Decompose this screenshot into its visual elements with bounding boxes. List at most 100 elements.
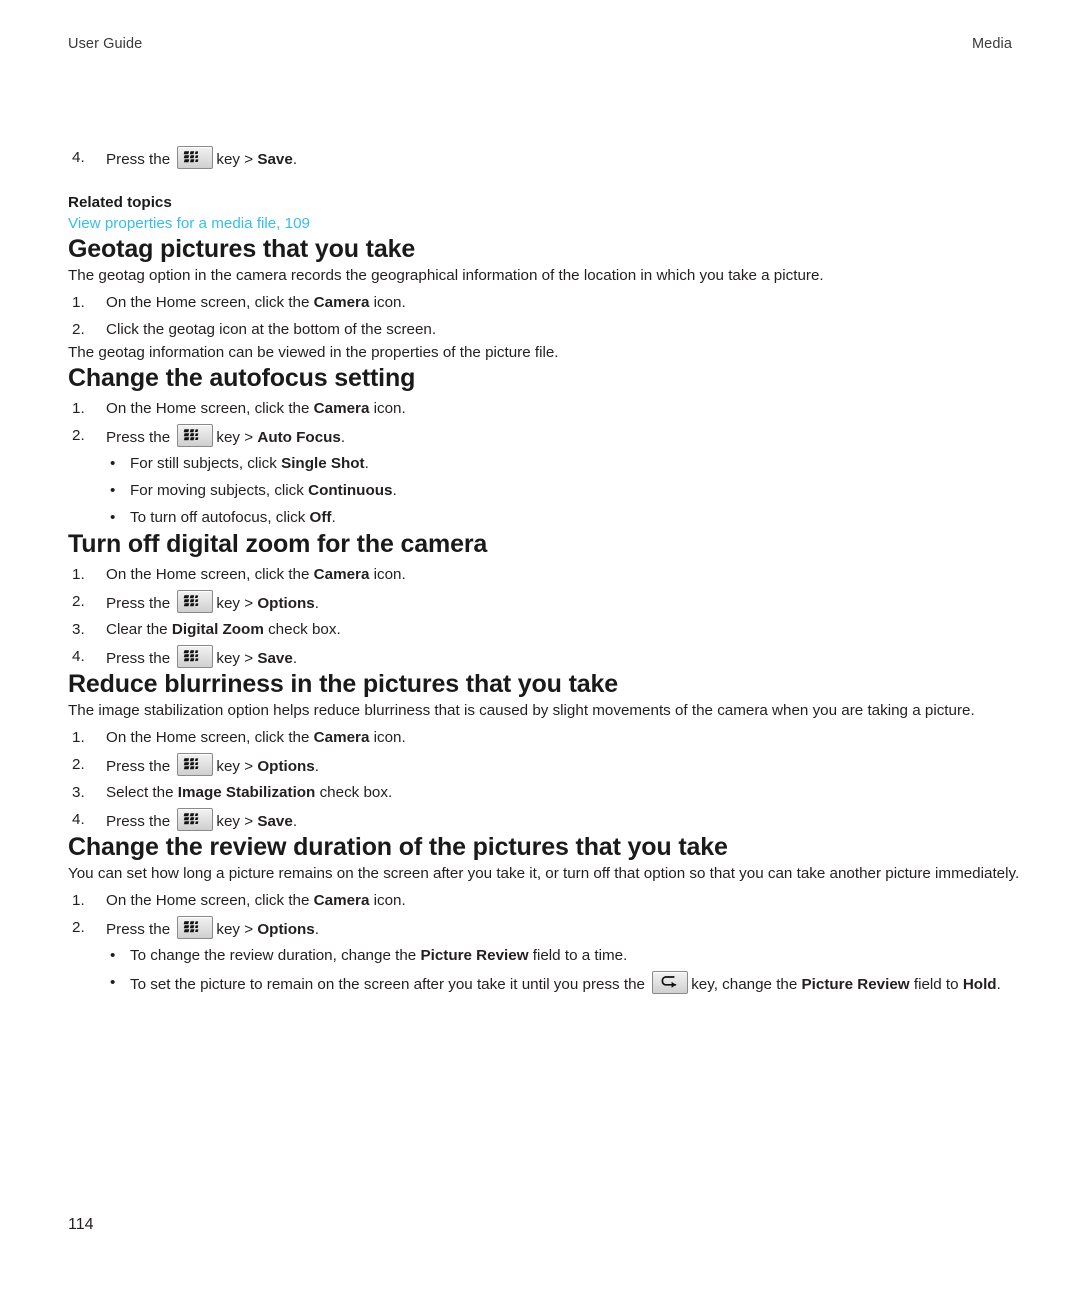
step-bold-label: Options: [257, 757, 315, 775]
step-bold-label: Image Stabilization: [177, 784, 316, 802]
list-item: 2. Press the: [68, 915, 1020, 942]
section-intro-paragraph: You can set how long a picture remains o…: [68, 865, 1020, 883]
list-item: 1. On the Home screen, click the Camera i…: [68, 397, 1020, 421]
related-topics-link[interactable]: View properties for a media file, 109: [68, 213, 1020, 236]
step-text: Clear the: [106, 621, 168, 639]
header-right-label: Media: [972, 36, 1012, 52]
blackberry-menu-key-icon: [177, 752, 214, 776]
step-text: Press the: [106, 594, 171, 612]
list-item: 1. On the Home screen, click the Camera i…: [68, 889, 1020, 913]
list-item: 3. Select the Image Stabilization check b…: [68, 781, 1020, 805]
bullet-icon: •: [110, 482, 116, 500]
step-text-after: .: [292, 649, 298, 667]
step-number: 2.: [72, 918, 85, 936]
step-bold-label: Auto Focus: [257, 428, 341, 446]
step-text: On the Home screen, click the: [106, 729, 310, 747]
step-bold-label: Save: [257, 649, 293, 667]
step-list: 1. On the Home screen, click the Camera i…: [68, 291, 1020, 341]
document-page: User Guide Media 4. Press the key > Save…: [0, 0, 1080, 1296]
section-heading-review-duration: Change the review duration of the pictur…: [68, 833, 728, 862]
section-heading-autofocus: Change the autofocus setting: [68, 364, 416, 393]
step-text-before: Press the: [106, 151, 171, 168]
list-item: 4. Press the key > Save.: [68, 146, 1020, 172]
step-text: On the Home screen, click the: [106, 294, 310, 312]
step-text-middle: key >: [216, 151, 254, 168]
step-text: On the Home screen, click the: [106, 400, 310, 418]
bullet-icon: •: [110, 509, 116, 527]
list-item: 3. Clear the Digital Zoom check box.: [68, 618, 1020, 642]
blackberry-menu-key-icon: [177, 915, 214, 939]
step-number: 1.: [72, 294, 85, 312]
blackberry-menu-key-icon: [177, 807, 214, 831]
step-text-after: .: [340, 428, 346, 446]
section-outro-paragraph: The geotag information can be viewed in …: [68, 344, 559, 362]
step-number: 4.: [72, 810, 85, 828]
bullet-list: • For still subjects, click Single Shot. …: [68, 452, 1020, 530]
step-bold-label: Options: [257, 920, 315, 938]
section-heading-digital-zoom: Turn off digital zoom for the camera: [68, 530, 488, 559]
step-number: 1.: [72, 729, 85, 747]
step-list: 1. On the Home screen, click the Camera i…: [68, 889, 1020, 941]
list-item: 4. Press the key > Save.: [68, 807, 1020, 834]
blackberry-menu-key-icon: [177, 589, 214, 613]
step-text-after: icon.: [373, 400, 406, 418]
bullet-text: To change the review duration, change th…: [130, 947, 417, 965]
step-number: 2.: [72, 320, 85, 338]
section-intro-paragraph: The image stabilization option helps red…: [68, 702, 975, 720]
carryover-step-list: 4. Press the key > Save.: [68, 146, 1020, 172]
step-text: Press the: [106, 649, 171, 667]
bullet-bold-label: Picture Review: [801, 976, 910, 994]
step-bold-label: Camera: [313, 729, 370, 747]
list-item: 1. On the Home screen, click the Camera i…: [68, 726, 1020, 750]
step-bold-label: Camera: [313, 294, 370, 312]
list-item: 2. Press the: [68, 752, 1020, 779]
bullet-text-after: .: [364, 455, 369, 473]
step-text-after: icon.: [373, 729, 406, 747]
page-number: 114: [68, 1216, 94, 1233]
bullet-bold-label: Continuous: [308, 482, 393, 500]
list-item: 1. On the Home screen, click the Camera i…: [68, 563, 1020, 587]
bullet-text-end: .: [996, 976, 1001, 994]
step-bold-label: Camera: [313, 892, 370, 910]
step-text-after: .: [314, 920, 319, 938]
step-text: Select the: [106, 784, 174, 802]
bullet-bold-label: Picture Review: [420, 947, 529, 965]
step-text: Press the: [106, 920, 171, 938]
bullet-text-middle: key, change the: [691, 976, 798, 994]
step-text: Press the: [106, 757, 171, 775]
step-number: 4.: [72, 647, 85, 665]
step-bold-label: Digital Zoom: [171, 621, 264, 639]
bullet-text: For moving subjects, click: [130, 482, 304, 500]
step-text-after: .: [314, 594, 319, 612]
page-title: Geotag pictures that you take: [68, 235, 416, 264]
list-item: 1. On the Home screen, click the Camera i…: [68, 291, 1020, 315]
step-text-middle: key >: [216, 428, 254, 446]
step-text: On the Home screen, click the: [106, 892, 310, 910]
bullet-text: For still subjects, click: [130, 455, 277, 473]
step-list: 1. On the Home screen, click the Camera i…: [68, 397, 1020, 449]
step-number: 3.: [72, 784, 85, 802]
step-number: 2.: [72, 755, 85, 773]
step-text: Click the geotag icon at the bottom of t…: [106, 320, 437, 338]
step-text: Press the: [106, 428, 171, 446]
step-text-after: .: [292, 151, 298, 168]
list-item: • To turn off autofocus, click Off.: [68, 506, 1020, 530]
step-text-middle: key >: [216, 812, 254, 830]
step-list: 1. On the Home screen, click the Camera i…: [68, 726, 1020, 833]
section-heading-blurriness: Reduce blurriness in the pictures that y…: [68, 670, 619, 699]
step-list: 1. On the Home screen, click the Camera i…: [68, 563, 1020, 670]
step-text-middle: key >: [216, 920, 254, 938]
list-item: • For still subjects, click Single Shot.: [68, 452, 1020, 476]
step-text-after: icon.: [373, 892, 406, 910]
bullet-bold-label-2: Hold: [962, 976, 997, 994]
step-text-middle: key >: [216, 757, 254, 775]
related-topics-title: Related topics: [68, 193, 172, 211]
step-text-after: check box.: [268, 621, 341, 639]
step-bold-label: Options: [257, 594, 315, 612]
step-number: 1.: [72, 566, 85, 584]
bullet-bold-label: Single Shot: [281, 455, 365, 473]
bullet-icon: •: [110, 455, 116, 473]
step-bold-label: Save: [257, 812, 293, 830]
list-item: 2. Press the: [68, 423, 1020, 450]
blackberry-menu-key-icon: [177, 146, 214, 169]
